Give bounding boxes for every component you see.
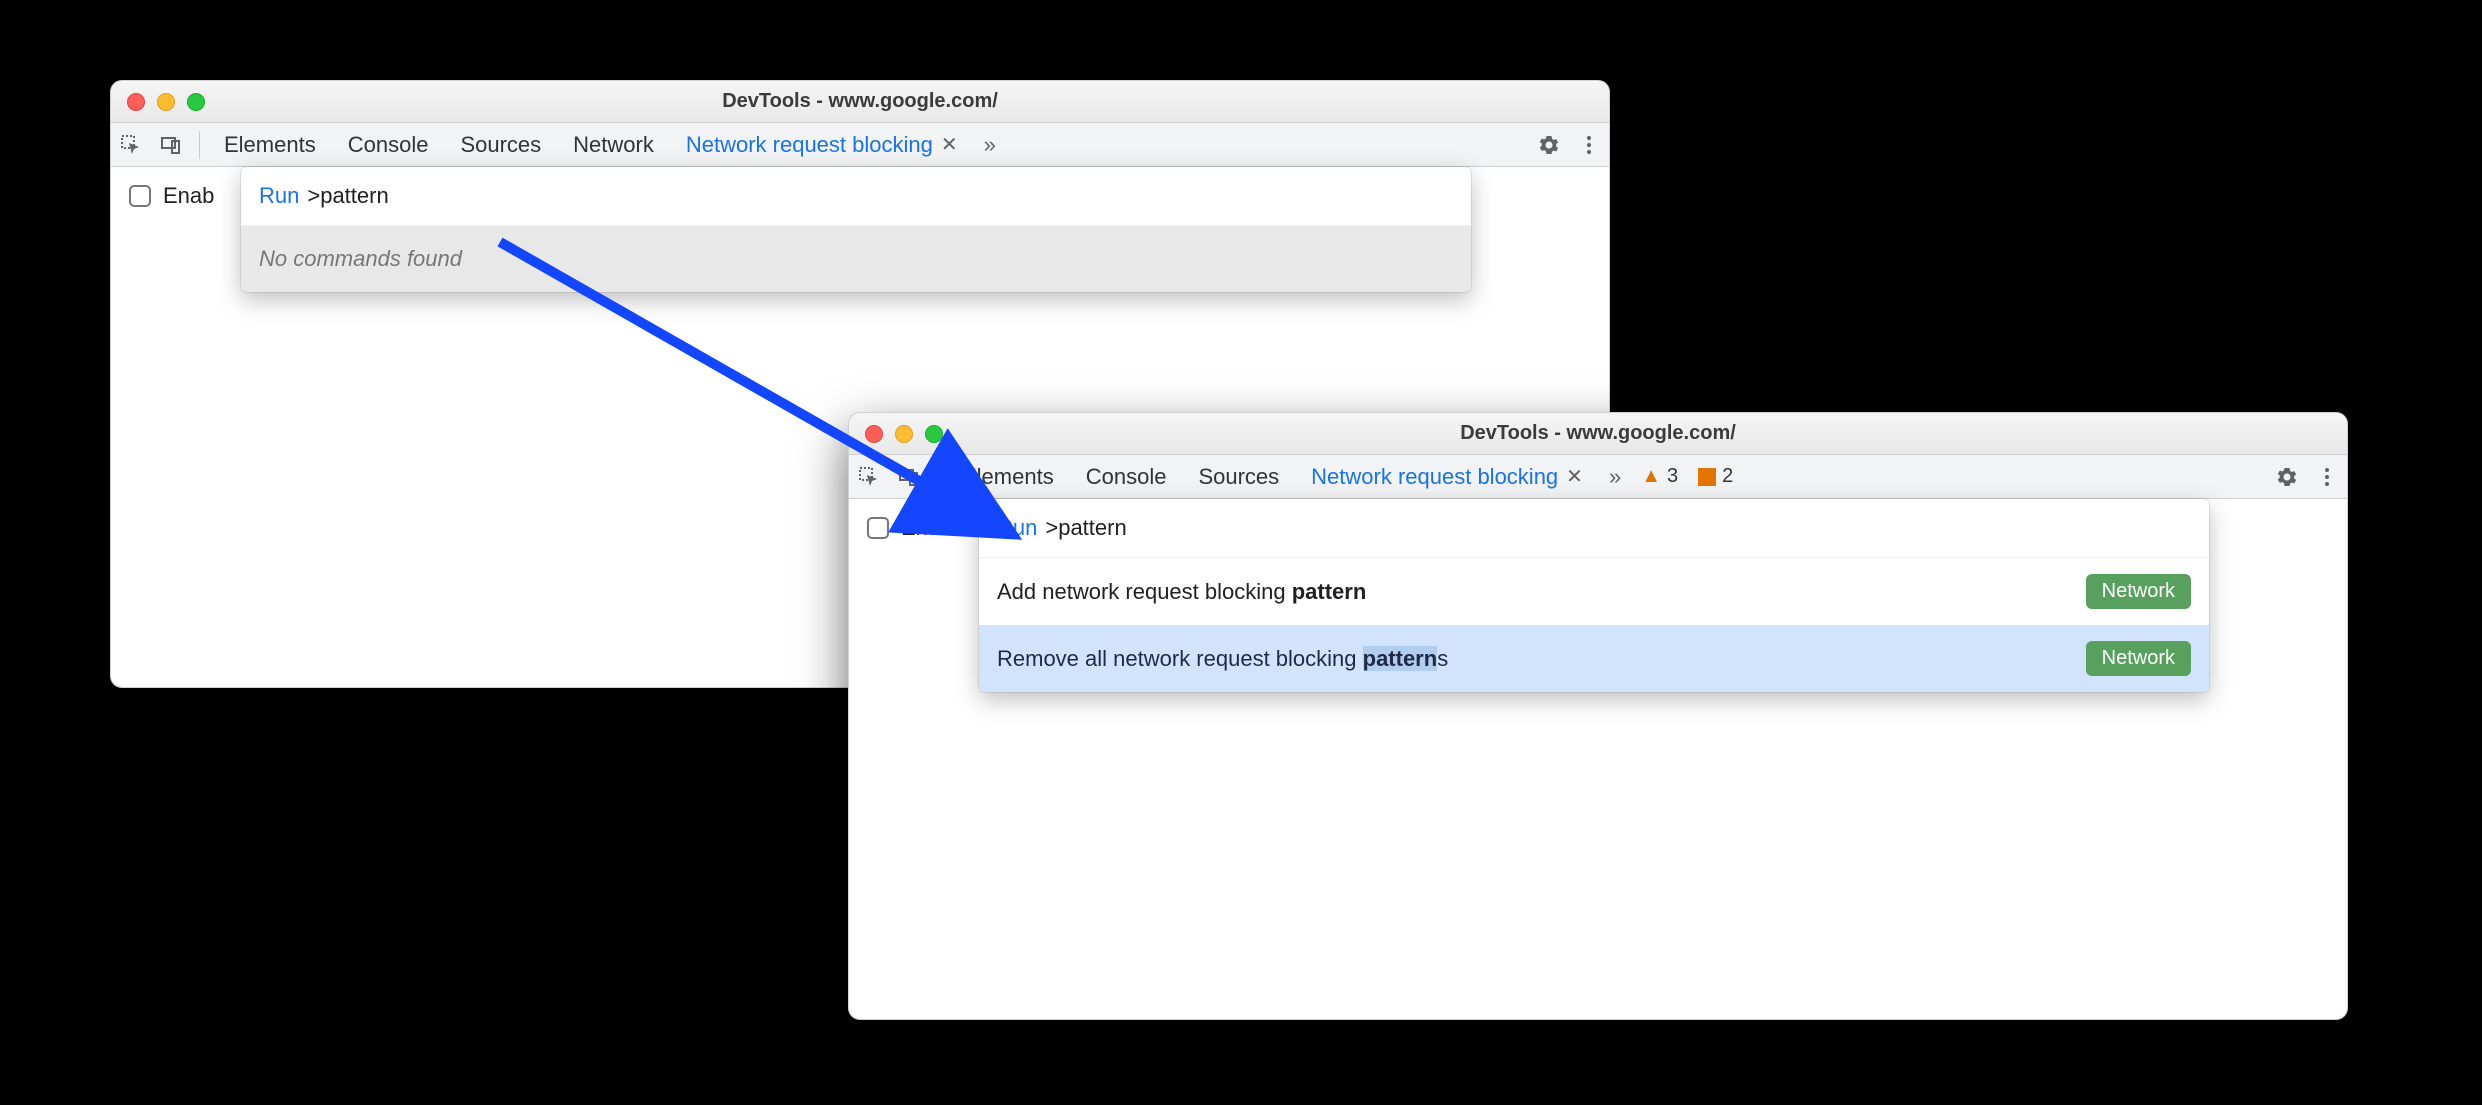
command-menu-input-row[interactable]: Run >pattern — [241, 167, 1471, 226]
tab-network-request-blocking[interactable]: Network request blocking ✕ — [1295, 455, 1599, 499]
enable-label-clipped: Enab — [163, 183, 214, 209]
command-category-badge: Network — [2086, 574, 2191, 609]
settings-icon[interactable] — [1529, 123, 1569, 167]
issues-badge[interactable]: 2 — [1688, 465, 1743, 488]
tab-elements[interactable]: Elements — [946, 455, 1070, 499]
tab-sources[interactable]: Sources — [444, 123, 557, 167]
titlebar: DevTools - www.google.com/ — [849, 413, 2347, 455]
tab-elements[interactable]: Elements — [208, 123, 332, 167]
tab-console[interactable]: Console — [1070, 455, 1183, 499]
command-query: >pattern — [307, 183, 388, 209]
warning-icon: ▲ — [1641, 465, 1661, 488]
command-menu: Run >pattern Add network request blockin… — [979, 499, 2209, 692]
command-query: >pattern — [1045, 515, 1126, 541]
run-label: Run — [259, 183, 299, 209]
tabbar: Elements Console Sources Network request… — [849, 455, 2347, 499]
command-menu-empty: No commands found — [241, 226, 1471, 292]
tab-label: Network request blocking — [686, 132, 933, 158]
maximize-window-icon[interactable] — [187, 93, 205, 111]
tab-console[interactable]: Console — [332, 123, 445, 167]
warning-count: 3 — [1667, 465, 1678, 488]
close-tab-icon[interactable]: ✕ — [1566, 464, 1583, 489]
traffic-lights — [127, 93, 205, 111]
inspect-icon[interactable] — [111, 123, 151, 167]
enable-label-clipped: Enab — [901, 515, 952, 541]
run-label: Run — [997, 515, 1037, 541]
kebab-menu-icon[interactable] — [1569, 123, 1609, 167]
titlebar: DevTools - www.google.com/ — [111, 81, 1609, 123]
device-toggle-icon[interactable] — [889, 455, 929, 499]
more-tabs-icon[interactable]: » — [974, 132, 1006, 158]
window-title: DevTools - www.google.com/ — [111, 90, 1609, 113]
command-result-label: Remove all network request blocking patt… — [997, 646, 1448, 672]
command-result-label: Add network request blocking pattern — [997, 579, 1366, 605]
tab-label: Network request blocking — [1311, 464, 1558, 490]
command-category-badge: Network — [2086, 641, 2191, 676]
tab-sources[interactable]: Sources — [1182, 455, 1295, 499]
issue-flag-icon — [1698, 468, 1716, 486]
devtools-window-after: DevTools - www.google.com/ Elements Cons… — [848, 412, 2348, 1020]
minimize-window-icon[interactable] — [157, 93, 175, 111]
kebab-menu-icon[interactable] — [2307, 455, 2347, 499]
window-title: DevTools - www.google.com/ — [849, 422, 2347, 445]
minimize-window-icon[interactable] — [895, 425, 913, 443]
panel-content: Enab Run >pattern Add network request bl… — [849, 499, 2347, 1019]
close-tab-icon[interactable]: ✕ — [941, 132, 958, 157]
command-result-add-pattern[interactable]: Add network request blocking pattern Net… — [979, 558, 2209, 625]
issue-count: 2 — [1722, 465, 1733, 488]
tab-network[interactable]: Network — [557, 123, 670, 167]
tab-network-request-blocking[interactable]: Network request blocking ✕ — [670, 123, 974, 167]
traffic-lights — [865, 425, 943, 443]
device-toggle-icon[interactable] — [151, 123, 191, 167]
tabbar: Elements Console Sources Network Network… — [111, 123, 1609, 167]
inspect-icon[interactable] — [849, 455, 889, 499]
settings-icon[interactable] — [2267, 455, 2307, 499]
close-window-icon[interactable] — [865, 425, 883, 443]
separator — [199, 131, 200, 159]
more-tabs-icon[interactable]: » — [1599, 464, 1631, 490]
command-menu-input-row[interactable]: Run >pattern — [979, 499, 2209, 558]
command-menu: Run >pattern No commands found — [241, 167, 1471, 292]
enable-blocking-checkbox[interactable] — [867, 517, 889, 539]
enable-blocking-checkbox[interactable] — [129, 185, 151, 207]
maximize-window-icon[interactable] — [925, 425, 943, 443]
separator — [937, 463, 938, 491]
command-result-remove-patterns[interactable]: Remove all network request blocking patt… — [979, 625, 2209, 692]
close-window-icon[interactable] — [127, 93, 145, 111]
warnings-badge[interactable]: ▲ 3 — [1631, 465, 1688, 488]
